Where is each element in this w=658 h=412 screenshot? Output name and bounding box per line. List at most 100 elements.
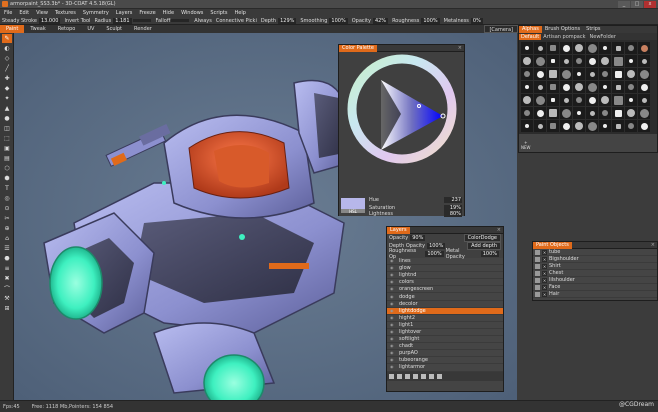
eye-icon[interactable]: ◉ — [390, 329, 396, 334]
eye-icon[interactable]: ◉ — [390, 294, 396, 299]
alpha-thumbnail[interactable] — [534, 55, 546, 67]
paint-object-row[interactable]: × Bigshoulder — [533, 256, 657, 263]
alpha-thumbnail[interactable] — [521, 55, 533, 67]
layer-row[interactable]: ◉ colors — [387, 279, 503, 287]
layer-row[interactable]: ◉ glow — [387, 265, 503, 273]
eye-icon[interactable]: ◉ — [390, 266, 396, 270]
delete-layer-icon[interactable] — [437, 373, 442, 379]
menu-view[interactable]: View — [36, 10, 48, 16]
invert-tool-toggle[interactable]: Invert Tool — [64, 18, 90, 24]
tool-icon[interactable]: ● — [2, 114, 12, 123]
alpha-thumbnail[interactable] — [586, 42, 598, 54]
menu-file[interactable]: File — [4, 10, 12, 16]
minimize-button[interactable]: _ — [618, 1, 630, 8]
menu-help[interactable]: Help — [235, 10, 246, 16]
alpha-thumbnail[interactable] — [560, 68, 572, 80]
lock-icon[interactable]: × — [542, 263, 547, 269]
alpha-thumbnail[interactable] — [586, 120, 598, 132]
alpha-thumbnail[interactable] — [612, 94, 624, 106]
alpha-thumbnail[interactable] — [534, 120, 546, 132]
close-button[interactable]: x — [644, 1, 656, 8]
tool-icon[interactable]: ⊙ — [2, 204, 12, 213]
tool-icon[interactable]: ╱ — [2, 64, 12, 73]
eye-icon[interactable]: ◉ — [390, 358, 396, 362]
alpha-thumbnail[interactable] — [547, 94, 559, 106]
eye-icon[interactable]: ◉ — [390, 308, 396, 313]
maximize-button[interactable]: □ — [631, 1, 643, 8]
tool-icon[interactable]: ⚒ — [2, 294, 12, 303]
tab-sculpt[interactable]: Sculpt — [100, 25, 128, 33]
eye-icon[interactable]: ◉ — [390, 344, 396, 348]
tool-icon[interactable]: ✎ — [2, 34, 12, 43]
alpha-thumbnail[interactable] — [573, 68, 585, 80]
tool-icon[interactable]: ✖ — [2, 274, 12, 283]
eye-icon[interactable]: ◉ — [390, 315, 396, 320]
new-alpha-button[interactable]: + NEW — [521, 140, 530, 150]
menu-scripts[interactable]: Scripts — [210, 10, 227, 16]
layer-row[interactable]: ◉ orangescreen — [387, 286, 503, 294]
alpha-thumbnail[interactable] — [625, 42, 637, 54]
eye-icon[interactable]: ◉ — [390, 259, 396, 263]
tool-icon[interactable]: ◎ — [2, 194, 12, 203]
menu-windows[interactable]: Windows — [181, 10, 203, 16]
alpha-thumbnail[interactable] — [573, 94, 585, 106]
tab-alphas[interactable]: Alphas — [519, 26, 542, 33]
layer-row[interactable]: ◉ light1 — [387, 321, 503, 329]
eye-icon[interactable]: ◉ — [390, 322, 396, 327]
tab-tweak[interactable]: Tweak — [24, 25, 51, 33]
alpha-thumbnail[interactable] — [521, 120, 533, 132]
alpha-thumbnail[interactable] — [599, 55, 611, 67]
tab-render[interactable]: Render — [128, 25, 158, 33]
blend-mode-select[interactable]: ColorDodge — [463, 234, 501, 242]
alpha-thumbnail[interactable] — [612, 81, 624, 93]
eye-icon[interactable]: ◉ — [390, 301, 396, 306]
eye-icon[interactable] — [535, 249, 540, 255]
menu-symmetry[interactable]: Symmetry — [83, 10, 109, 16]
layer-row[interactable]: ◉ purpAO — [387, 350, 503, 358]
layer-row[interactable]: ◉ chadt — [387, 343, 503, 351]
layer-opacity[interactable]: Opacity 90% ColorDodge — [387, 234, 503, 242]
layer-row[interactable]: ◉ lightover — [387, 328, 503, 337]
alpha-folder-artisan[interactable]: Artisan pompack — [541, 34, 587, 40]
alpha-thumbnail[interactable] — [586, 107, 598, 119]
tool-icon[interactable]: ✚ — [2, 74, 12, 83]
alpha-thumbnail[interactable] — [521, 68, 533, 80]
alpha-thumbnail[interactable] — [534, 68, 546, 80]
eye-icon[interactable] — [535, 277, 540, 283]
menu-hide[interactable]: Hide — [163, 10, 174, 16]
alpha-thumbnail[interactable] — [560, 55, 572, 67]
alpha-thumbnail[interactable] — [599, 42, 611, 54]
alpha-thumbnail[interactable] — [573, 107, 585, 119]
close-icon[interactable]: × — [651, 242, 655, 248]
alpha-thumbnail[interactable] — [599, 107, 611, 119]
tab-brush-options[interactable]: Brush Options — [542, 26, 583, 33]
tool-icon[interactable]: ☰ — [2, 244, 12, 253]
menu-edit[interactable]: Edit — [19, 10, 29, 16]
menu-layers[interactable]: Layers — [116, 10, 133, 16]
alpha-folder-new[interactable]: NewFolder — [588, 34, 618, 40]
alpha-thumbnail[interactable] — [625, 68, 637, 80]
tool-icon[interactable]: ⬣ — [2, 254, 12, 263]
alpha-thumbnail[interactable] — [547, 81, 559, 93]
smoothing-slider[interactable]: Smoothing 100% — [300, 17, 348, 24]
tool-icon[interactable]: ⌒ — [2, 284, 12, 293]
paint-object-row[interactable]: × Shirt — [533, 263, 657, 270]
alpha-thumbnail[interactable] — [638, 55, 650, 67]
roughness-slider[interactable]: Roughness 100% — [392, 17, 440, 24]
tool-icon[interactable]: ⊕ — [2, 224, 12, 233]
tab-paint[interactable]: Paint — [0, 25, 25, 33]
alpha-thumbnail[interactable] — [586, 94, 598, 106]
paint-object-row[interactable]: × Face — [533, 284, 657, 291]
tool-icon[interactable]: ⌂ — [2, 234, 12, 243]
alpha-thumbnail[interactable] — [560, 107, 572, 119]
tool-icon[interactable]: ◇ — [2, 54, 12, 63]
alpha-thumbnail[interactable] — [612, 107, 624, 119]
alpha-thumbnail[interactable] — [534, 81, 546, 93]
tool-icon[interactable]: ⬡ — [2, 164, 12, 173]
menu-freeze[interactable]: Freeze — [139, 10, 155, 16]
alpha-thumbnail[interactable] — [547, 107, 559, 119]
alpha-thumbnail[interactable] — [599, 94, 611, 106]
alpha-thumbnail[interactable] — [638, 94, 650, 106]
lightness-field[interactable]: Lightness 80% — [369, 211, 462, 217]
alpha-thumbnail[interactable] — [547, 55, 559, 67]
